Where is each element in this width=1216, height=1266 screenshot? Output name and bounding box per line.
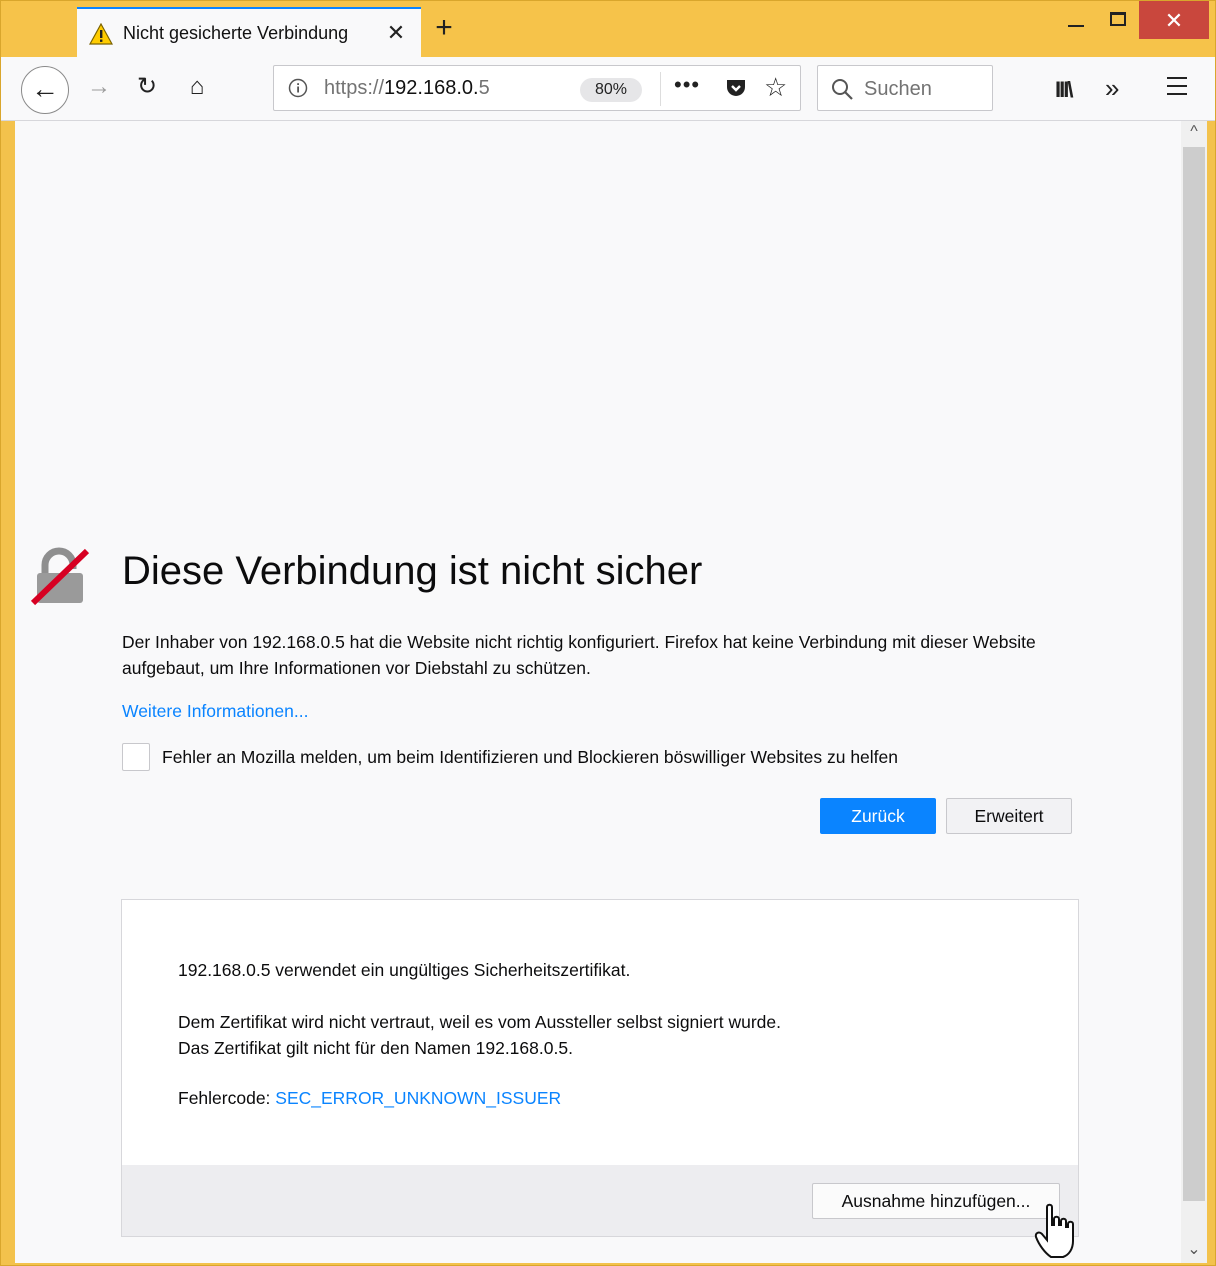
report-checkbox-label[interactable]: Fehler an Mozilla melden, um beim Identi… bbox=[162, 747, 898, 768]
error-description: Der Inhaber von 192.168.0.5 hat die Webs… bbox=[122, 632, 1036, 678]
page-content: Diese Verbindung ist nicht sicher Der In… bbox=[15, 121, 1181, 1263]
zoom-indicator[interactable]: 80% bbox=[580, 78, 642, 102]
close-icon: ✕ bbox=[1164, 8, 1184, 33]
scrollbar-thumb[interactable] bbox=[1183, 147, 1205, 1201]
error-code-line: Fehlercode: SEC_ERROR_UNKNOWN_ISSUER bbox=[178, 1088, 561, 1109]
warning-icon bbox=[89, 23, 113, 45]
error-code-link[interactable]: SEC_ERROR_UNKNOWN_ISSUER bbox=[275, 1088, 561, 1108]
report-checkbox[interactable] bbox=[122, 743, 150, 771]
self-signed-text: Dem Zertifikat wird nicht vertraut, weil… bbox=[178, 1012, 781, 1032]
search-placeholder: Suchen bbox=[864, 78, 932, 100]
advanced-panel-footer: Ausnahme hinzufügen... bbox=[122, 1165, 1078, 1236]
more-info-link[interactable]: Weitere Informationen... bbox=[122, 701, 308, 722]
page-title: Diese Verbindung ist nicht sicher bbox=[122, 549, 703, 593]
tab-active[interactable]: Nicht gesicherte Verbindung ✕ bbox=[77, 7, 421, 57]
new-tab-button[interactable]: + bbox=[429, 13, 459, 45]
invalid-certificate-text: 192.168.0.5 verwendet ein ungültiges Sic… bbox=[178, 960, 631, 980]
url-divider bbox=[660, 72, 661, 106]
reload-button[interactable]: ↻ bbox=[127, 67, 167, 107]
home-button[interactable]: ⌂ bbox=[177, 67, 217, 107]
minimize-button[interactable] bbox=[1059, 1, 1093, 39]
advanced-panel: 192.168.0.5 verwendet ein ungültiges Sic… bbox=[121, 899, 1079, 1237]
url-text[interactable]: https://192.168.0.5 bbox=[324, 77, 490, 100]
page-actions-icon[interactable]: ••• bbox=[674, 72, 700, 98]
search-input[interactable]: Suchen bbox=[817, 65, 993, 111]
window-close-button[interactable]: ✕ bbox=[1139, 1, 1209, 39]
minimize-icon bbox=[1068, 25, 1084, 27]
back-button[interactable]: ← bbox=[21, 66, 69, 114]
hand-cursor-icon bbox=[1034, 1203, 1074, 1258]
name-mismatch-text: Das Zertifikat gilt nicht für den Namen … bbox=[178, 1038, 573, 1058]
scroll-down-icon[interactable]: ⌄ bbox=[1181, 1239, 1207, 1259]
bookmark-star-icon[interactable]: ☆ bbox=[764, 72, 787, 103]
maximize-button[interactable] bbox=[1101, 1, 1135, 39]
advanced-button[interactable]: Erweitert bbox=[946, 798, 1072, 834]
hamburger-menu-icon[interactable] bbox=[1167, 77, 1187, 101]
tab-close-icon[interactable]: ✕ bbox=[383, 20, 409, 46]
tab-title: Nicht gesicherte Verbindung bbox=[123, 23, 349, 43]
library-icon[interactable]: III\ bbox=[1055, 77, 1074, 103]
go-back-button[interactable]: Zurück bbox=[820, 798, 936, 834]
pocket-icon[interactable] bbox=[724, 76, 748, 100]
url-bar[interactable]: https://192.168.0.5 80% ••• ☆ bbox=[273, 65, 801, 111]
vertical-scrollbar[interactable]: ^ ⌄ bbox=[1181, 121, 1207, 1263]
search-icon bbox=[832, 79, 853, 100]
error-code-label: Fehlercode: bbox=[178, 1088, 276, 1108]
browser-window: Nicht gesicherte Verbindung ✕ + ✕ ← → ↻ … bbox=[0, 0, 1216, 1266]
navigation-toolbar: ← → ↻ ⌂ https://192.168.0.5 80% ••• ☆ Su… bbox=[1, 57, 1215, 121]
forward-button[interactable]: → bbox=[79, 67, 119, 107]
broken-lock-icon bbox=[30, 547, 90, 606]
info-icon[interactable] bbox=[288, 78, 308, 98]
scroll-up-icon[interactable]: ^ bbox=[1181, 123, 1207, 141]
maximize-icon bbox=[1110, 12, 1126, 26]
add-exception-button[interactable]: Ausnahme hinzufügen... bbox=[812, 1183, 1060, 1219]
overflow-icon[interactable]: » bbox=[1105, 73, 1119, 104]
title-bar: Nicht gesicherte Verbindung ✕ + ✕ bbox=[1, 1, 1215, 57]
